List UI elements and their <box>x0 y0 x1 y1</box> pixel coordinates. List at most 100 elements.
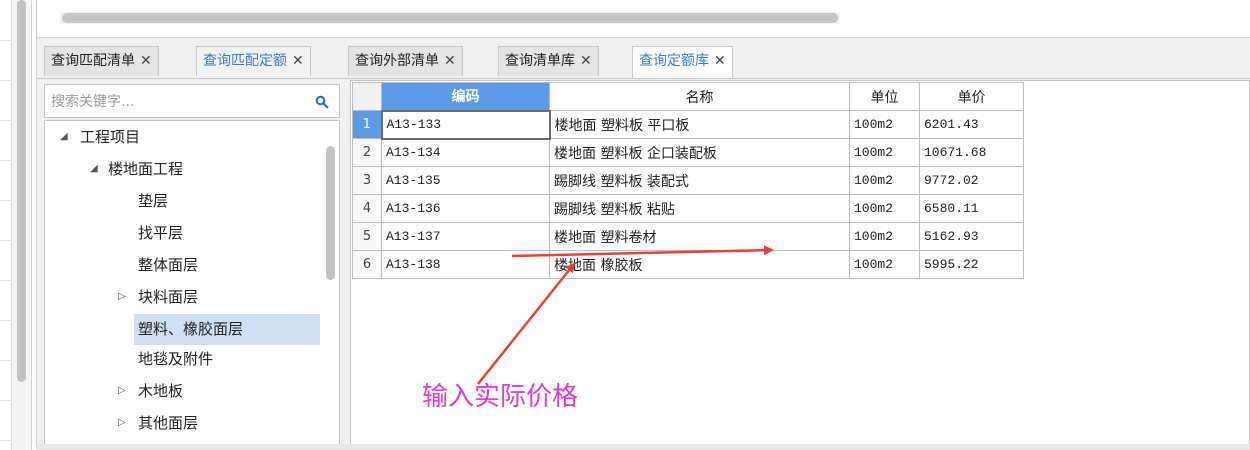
tree-item[interactable]: 垫层 <box>136 188 316 216</box>
strip-line <box>0 440 12 441</box>
code-cell[interactable]: A13-136 <box>381 194 550 223</box>
row-number[interactable]: 5 <box>352 222 382 251</box>
close-icon[interactable]: ✕ <box>292 53 304 69</box>
tree-expanded-icon[interactable]: ◢ <box>90 156 98 182</box>
price-cell[interactable]: 10671.68 <box>919 138 1024 167</box>
unit-cell[interactable]: 100m2 <box>849 222 920 251</box>
name-cell[interactable]: 踢脚线 塑料板 粘贴 <box>549 194 850 223</box>
quota-table: 编码 名称 单位 单价 1 A13-133 楼地面 塑料板 平口板 100m2 … <box>352 82 1024 279</box>
name-cell[interactable]: 楼地面 塑料板 平口板 <box>549 110 850 139</box>
column-header-price[interactable]: 单价 <box>919 82 1024 111</box>
tree-item-label: 工程项目 <box>80 128 141 146</box>
column-header-code[interactable]: 编码 <box>381 82 550 111</box>
annotation-label: 输入实际价格 <box>422 382 579 412</box>
code-cell[interactable]: A13-134 <box>381 138 550 167</box>
tree-item[interactable]: ▷ 其他面层 <box>118 410 318 438</box>
tab-query-list-library[interactable]: 查询清单库 ✕ <box>498 46 599 76</box>
tab-label: 查询外部清单 <box>355 53 439 69</box>
left-scrollbar-thumb[interactable] <box>17 0 26 382</box>
name-cell[interactable]: 楼地面 塑料板 企口装配板 <box>549 138 850 167</box>
tree-item[interactable]: ◢ 楼地面工程 <box>90 156 310 184</box>
strip-line <box>0 360 12 361</box>
tree-item[interactable]: 找平层 <box>136 220 316 248</box>
table-row[interactable]: 4 A13-136 踢脚线 塑料板 粘贴 100m2 6580.11 <box>352 194 1024 223</box>
tab-label: 查询匹配定额 <box>203 53 287 69</box>
name-cell[interactable]: 楼地面 橡胶板 <box>549 250 850 279</box>
table-row[interactable]: 1 A13-133 楼地面 塑料板 平口板 100m2 6201.43 <box>352 109 1024 140</box>
table-row[interactable]: 3 A13-135 踢脚线 塑料板 装配式 100m2 9772.02 <box>352 166 1024 195</box>
name-cell[interactable]: 楼地面 塑料卷材 <box>549 222 850 251</box>
unit-cell[interactable]: 100m2 <box>849 166 920 195</box>
search-box[interactable] <box>44 84 340 118</box>
code-cell[interactable]: A13-137 <box>381 222 550 251</box>
tab-label: 查询清单库 <box>505 53 575 69</box>
price-cell[interactable]: 9772.02 <box>919 166 1024 195</box>
strip-line <box>0 80 12 81</box>
price-cell[interactable]: 6580.11 <box>919 194 1024 223</box>
row-number[interactable]: 6 <box>352 250 382 279</box>
tab-label: 查询定额库 <box>639 53 709 69</box>
strip-line <box>0 120 12 121</box>
tree-item-label: 垫层 <box>138 192 169 210</box>
row-number[interactable]: 2 <box>352 138 382 167</box>
tree-collapsed-icon[interactable]: ▷ <box>118 284 126 310</box>
search-icon[interactable] <box>315 95 329 109</box>
tree-item-label: 整体面层 <box>138 256 199 274</box>
tree-item[interactable]: 地毯及附件 <box>136 346 316 374</box>
table-row[interactable]: 6 A13-138 楼地面 橡胶板 100m2 5995.22 <box>352 250 1024 279</box>
left-edge-strip <box>0 0 12 450</box>
price-cell[interactable]: 6201.43 <box>919 110 1024 139</box>
close-icon[interactable]: ✕ <box>580 53 592 69</box>
table-header-row: 编码 名称 单位 单价 <box>352 82 1024 111</box>
name-cell[interactable]: 踢脚线 塑料板 装配式 <box>549 166 850 195</box>
search-input[interactable] <box>49 91 303 113</box>
tree-scrollbar-thumb[interactable] <box>326 146 335 280</box>
tree-collapsed-icon[interactable]: ▷ <box>118 410 126 436</box>
unit-cell[interactable]: 100m2 <box>849 110 920 139</box>
tab-query-external-list[interactable]: 查询外部清单 ✕ <box>348 46 463 76</box>
table-row[interactable]: 2 A13-134 楼地面 塑料板 企口装配板 100m2 10671.68 <box>352 138 1024 167</box>
code-cell[interactable]: A13-133 <box>380 109 551 140</box>
tree-item-label: 地毯及附件 <box>138 350 214 368</box>
tree-expanded-icon[interactable]: ◢ <box>60 124 68 150</box>
tree-item-label: 塑料、橡胶面层 <box>138 320 244 338</box>
row-number[interactable]: 1 <box>352 110 382 139</box>
strip-line <box>0 240 12 241</box>
strip-line <box>0 320 12 321</box>
column-header-name[interactable]: 名称 <box>549 82 850 111</box>
tree-item-label: 其他面层 <box>138 414 199 432</box>
tree-item-label: 木地板 <box>138 382 184 400</box>
close-icon[interactable]: ✕ <box>714 53 726 69</box>
corner-cell[interactable] <box>352 82 382 111</box>
close-icon[interactable]: ✕ <box>444 53 456 69</box>
column-header-unit[interactable]: 单位 <box>849 82 920 111</box>
tree-item[interactable]: 整体面层 <box>136 252 316 280</box>
strip-line <box>0 40 12 41</box>
tree-item[interactable]: ◢ 工程项目 <box>60 124 300 152</box>
unit-cell[interactable]: 100m2 <box>849 194 920 223</box>
top-horizontal-scrollbar-thumb[interactable] <box>62 13 838 23</box>
table-row[interactable]: 5 A13-137 楼地面 塑料卷材 100m2 5162.93 <box>352 222 1024 251</box>
bottom-bar <box>36 444 1250 450</box>
tree-item[interactable]: ▷ 块料面层 <box>118 284 318 312</box>
code-cell[interactable]: A13-135 <box>381 166 550 195</box>
strip-line <box>0 400 12 401</box>
code-cell[interactable]: A13-138 <box>381 250 550 279</box>
tree-item-label: 楼地面工程 <box>108 160 184 178</box>
tab-query-quota-library[interactable]: 查询定额库 ✕ <box>632 46 733 78</box>
row-number[interactable]: 4 <box>352 194 382 223</box>
close-icon[interactable]: ✕ <box>140 53 152 69</box>
price-cell[interactable]: 5162.93 <box>919 222 1024 251</box>
tree-item-label: 找平层 <box>138 224 184 242</box>
tree-item[interactable]: ▷ 木地板 <box>118 378 318 406</box>
tab-query-matched-quota[interactable]: 查询匹配定额 ✕ <box>196 46 311 76</box>
price-cell[interactable]: 5995.22 <box>919 250 1024 279</box>
unit-cell[interactable]: 100m2 <box>849 138 920 167</box>
row-number[interactable]: 3 <box>352 166 382 195</box>
tree-item-selected[interactable]: 塑料、橡胶面层 <box>134 314 320 345</box>
strip-line <box>0 280 12 281</box>
tab-query-matched-list[interactable]: 查询匹配清单 ✕ <box>44 46 159 76</box>
tree-item-label: 块料面层 <box>138 288 199 306</box>
tree-collapsed-icon[interactable]: ▷ <box>118 378 126 404</box>
unit-cell[interactable]: 100m2 <box>849 250 920 279</box>
